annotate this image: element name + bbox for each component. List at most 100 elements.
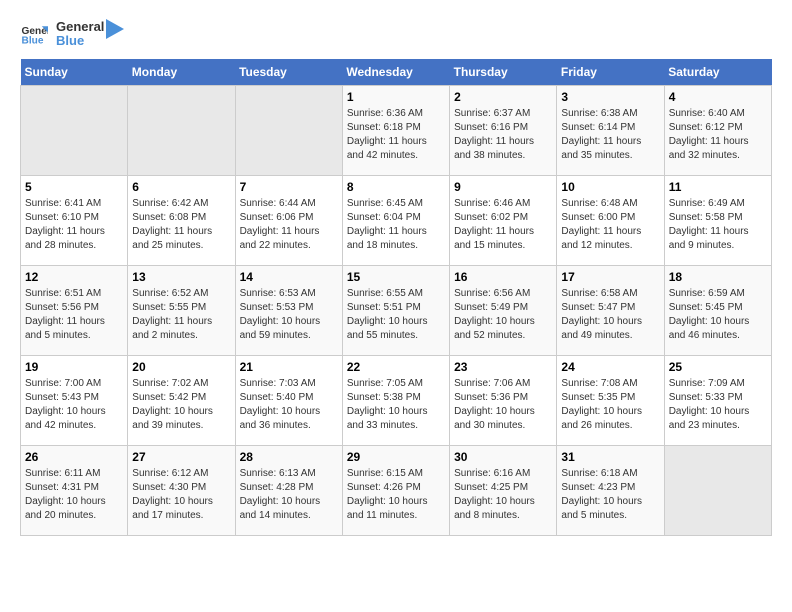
header-sunday: Sunday <box>21 59 128 86</box>
day-cell-29: 29 Sunrise: 6:15 AMSunset: 4:26 PMDayligh… <box>342 445 449 535</box>
day-cell-30: 30 Sunrise: 6:16 AMSunset: 4:25 PMDayligh… <box>450 445 557 535</box>
day-cell-15: 15Sunrise: 6:55 AMSunset: 5:51 PMDayligh… <box>342 265 449 355</box>
day-info: Sunrise: 6:42 AMSunset: 6:08 PMDaylight:… <box>132 197 230 253</box>
day-info: Sunrise: 6:44 AMSunset: 6:06 PMDaylight:… <box>240 197 338 253</box>
day-info: Sunrise: 6:48 AMSunset: 6:00 PMDaylight:… <box>561 197 659 253</box>
weekday-header-row: SundayMondayTuesdayWednesdayThursdayFrid… <box>21 59 772 86</box>
day-info: Sunrise: 6:46 AMSunset: 6:02 PMDaylight:… <box>454 197 552 253</box>
day-info: Sunrise: 7:06 AMSunset: 5:36 PMDaylight:… <box>454 377 552 433</box>
day-number: 26 <box>25 450 123 464</box>
day-cell-8: 8Sunrise: 6:45 AMSunset: 6:04 PMDaylight… <box>342 175 449 265</box>
day-number: 25 <box>669 360 767 374</box>
day-cell-21: 21 Sunrise: 7:03 AMSunset: 5:40 PMDayligh… <box>235 355 342 445</box>
day-cell-19: 19Sunrise: 7:00 AMSunset: 5:43 PMDayligh… <box>21 355 128 445</box>
day-info: Sunrise: 7:02 AMSunset: 5:42 PMDaylight:… <box>132 377 230 433</box>
day-cell-23: 23 Sunrise: 7:06 AMSunset: 5:36 PMDayligh… <box>450 355 557 445</box>
day-cell-27: 27 Sunrise: 6:12 AMSunset: 4:30 PMDayligh… <box>128 445 235 535</box>
day-number: 16 <box>454 270 552 284</box>
day-cell-11: 11 Sunrise: 6:49 AMSunset: 5:58 PMDayligh… <box>664 175 771 265</box>
day-number: 23 <box>454 360 552 374</box>
day-info: Sunrise: 6:11 AMSunset: 4:31 PMDaylight:… <box>25 467 123 523</box>
day-cell-7: 7 Sunrise: 6:44 AMSunset: 6:06 PMDaylight… <box>235 175 342 265</box>
day-number: 10 <box>561 180 659 194</box>
day-cell-20: 20 Sunrise: 7:02 AMSunset: 5:42 PMDayligh… <box>128 355 235 445</box>
day-info: Sunrise: 6:45 AMSunset: 6:04 PMDaylight:… <box>347 197 445 253</box>
day-info: Sunrise: 6:13 AMSunset: 4:28 PMDaylight:… <box>240 467 338 523</box>
day-info: Sunrise: 6:40 AMSunset: 6:12 PMDaylight:… <box>669 107 767 163</box>
day-info: Sunrise: 6:15 AMSunset: 4:26 PMDaylight:… <box>347 467 445 523</box>
day-cell-empty <box>664 445 771 535</box>
header-friday: Friday <box>557 59 664 86</box>
day-number: 27 <box>132 450 230 464</box>
day-number: 4 <box>669 90 767 104</box>
day-cell-24: 24Sunrise: 7:08 AMSunset: 5:35 PMDayligh… <box>557 355 664 445</box>
day-info: Sunrise: 7:08 AMSunset: 5:35 PMDaylight:… <box>561 377 659 433</box>
day-cell-16: 16 Sunrise: 6:56 AMSunset: 5:49 PMDayligh… <box>450 265 557 355</box>
day-info: Sunrise: 7:03 AMSunset: 5:40 PMDaylight:… <box>240 377 338 433</box>
day-info: Sunrise: 6:56 AMSunset: 5:49 PMDaylight:… <box>454 287 552 343</box>
day-info: Sunrise: 6:52 AMSunset: 5:55 PMDaylight:… <box>132 287 230 343</box>
day-cell-28: 28 Sunrise: 6:13 AMSunset: 4:28 PMDayligh… <box>235 445 342 535</box>
day-cell-13: 13 Sunrise: 6:52 AMSunset: 5:55 PMDayligh… <box>128 265 235 355</box>
day-number: 21 <box>240 360 338 374</box>
svg-text:Blue: Blue <box>22 36 44 47</box>
day-number: 29 <box>347 450 445 464</box>
logo-general: General <box>56 20 104 34</box>
day-number: 19 <box>25 360 123 374</box>
day-info: Sunrise: 6:38 AMSunset: 6:14 PMDaylight:… <box>561 107 659 163</box>
logo: General Blue General Blue <box>20 20 124 49</box>
logo-blue: Blue <box>56 34 104 48</box>
day-number: 3 <box>561 90 659 104</box>
header-wednesday: Wednesday <box>342 59 449 86</box>
day-cell-10: 10 Sunrise: 6:48 AMSunset: 6:00 PMDayligh… <box>557 175 664 265</box>
day-cell-18: 18Sunrise: 6:59 AMSunset: 5:45 PMDayligh… <box>664 265 771 355</box>
logo-icon: General Blue <box>20 20 48 48</box>
day-info: Sunrise: 7:09 AMSunset: 5:33 PMDaylight:… <box>669 377 767 433</box>
day-number: 11 <box>669 180 767 194</box>
logo-arrow-icon <box>106 19 124 39</box>
day-number: 13 <box>132 270 230 284</box>
day-info: Sunrise: 6:59 AMSunset: 5:45 PMDaylight:… <box>669 287 767 343</box>
day-cell-26: 26 Sunrise: 6:11 AMSunset: 4:31 PMDayligh… <box>21 445 128 535</box>
week-row-5: 26 Sunrise: 6:11 AMSunset: 4:31 PMDayligh… <box>21 445 772 535</box>
header-tuesday: Tuesday <box>235 59 342 86</box>
header-thursday: Thursday <box>450 59 557 86</box>
day-info: Sunrise: 6:49 AMSunset: 5:58 PMDaylight:… <box>669 197 767 253</box>
day-info: Sunrise: 6:36 AMSunset: 6:18 PMDaylight:… <box>347 107 445 163</box>
day-cell-12: 12Sunrise: 6:51 AMSunset: 5:56 PMDayligh… <box>21 265 128 355</box>
day-cell-17: 17Sunrise: 6:58 AMSunset: 5:47 PMDayligh… <box>557 265 664 355</box>
day-number: 20 <box>132 360 230 374</box>
day-number: 9 <box>454 180 552 194</box>
week-row-4: 19Sunrise: 7:00 AMSunset: 5:43 PMDayligh… <box>21 355 772 445</box>
day-cell-9: 9 Sunrise: 6:46 AMSunset: 6:02 PMDaylight… <box>450 175 557 265</box>
day-info: Sunrise: 6:12 AMSunset: 4:30 PMDaylight:… <box>132 467 230 523</box>
day-number: 1 <box>347 90 445 104</box>
day-info: Sunrise: 7:05 AMSunset: 5:38 PMDaylight:… <box>347 377 445 433</box>
day-cell-empty <box>21 85 128 175</box>
day-number: 12 <box>25 270 123 284</box>
day-number: 22 <box>347 360 445 374</box>
week-row-1: 1 Sunrise: 6:36 AMSunset: 6:18 PMDaylight… <box>21 85 772 175</box>
day-cell-22: 22 Sunrise: 7:05 AMSunset: 5:38 PMDayligh… <box>342 355 449 445</box>
day-info: Sunrise: 6:37 AMSunset: 6:16 PMDaylight:… <box>454 107 552 163</box>
day-number: 28 <box>240 450 338 464</box>
day-info: Sunrise: 6:16 AMSunset: 4:25 PMDaylight:… <box>454 467 552 523</box>
day-cell-25: 25 Sunrise: 7:09 AMSunset: 5:33 PMDayligh… <box>664 355 771 445</box>
day-info: Sunrise: 6:55 AMSunset: 5:51 PMDaylight:… <box>347 287 445 343</box>
day-number: 30 <box>454 450 552 464</box>
calendar-table: SundayMondayTuesdayWednesdayThursdayFrid… <box>20 59 772 536</box>
day-cell-5: 5 Sunrise: 6:41 AMSunset: 6:10 PMDaylight… <box>21 175 128 265</box>
day-cell-empty <box>235 85 342 175</box>
day-info: Sunrise: 6:18 AMSunset: 4:23 PMDaylight:… <box>561 467 659 523</box>
day-cell-empty <box>128 85 235 175</box>
day-cell-4: 4 Sunrise: 6:40 AMSunset: 6:12 PMDaylight… <box>664 85 771 175</box>
day-number: 31 <box>561 450 659 464</box>
day-info: Sunrise: 6:58 AMSunset: 5:47 PMDaylight:… <box>561 287 659 343</box>
day-cell-14: 14Sunrise: 6:53 AMSunset: 5:53 PMDayligh… <box>235 265 342 355</box>
day-number: 7 <box>240 180 338 194</box>
header-monday: Monday <box>128 59 235 86</box>
week-row-3: 12Sunrise: 6:51 AMSunset: 5:56 PMDayligh… <box>21 265 772 355</box>
day-info: Sunrise: 6:41 AMSunset: 6:10 PMDaylight:… <box>25 197 123 253</box>
week-row-2: 5 Sunrise: 6:41 AMSunset: 6:10 PMDaylight… <box>21 175 772 265</box>
day-number: 5 <box>25 180 123 194</box>
